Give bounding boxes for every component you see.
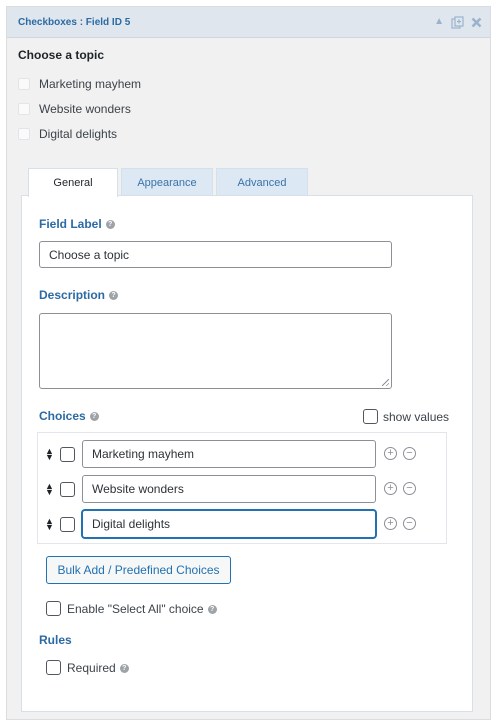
choice-row: ▲ ▼ Marketing mayhem + − — [38, 440, 448, 468]
choice-row: ▲ ▼ Digital delights + − — [38, 510, 448, 538]
field-preview[interactable]: Choose a topic Marketing mayhem Website … — [7, 38, 490, 146]
show-values-label: show values — [383, 410, 450, 424]
choice-label-input[interactable]: Marketing mayhem — [82, 440, 376, 468]
add-choice-icon[interactable]: + — [384, 447, 397, 460]
field-label-input[interactable]: Choose a topic — [39, 241, 392, 268]
preview-field-label: Choose a topic — [18, 48, 105, 62]
description-textarea[interactable] — [39, 313, 392, 389]
delete-icon[interactable] — [471, 17, 482, 28]
sort-handle-icon[interactable]: ▲ ▼ — [45, 482, 54, 497]
panel-header[interactable]: Checkboxes : Field ID 5 ▲ — [7, 7, 490, 38]
sort-handle-icon[interactable]: ▲ ▼ — [45, 447, 54, 462]
choice-default-checkbox[interactable] — [60, 482, 75, 497]
field-label-title: Field Label — [39, 217, 102, 231]
choices-heading: Choices ? — [39, 409, 99, 423]
field-settings-panel: Checkboxes : Field ID 5 ▲ Choose a topic… — [6, 6, 491, 720]
description-heading: Description ? — [39, 288, 119, 302]
tab-appearance[interactable]: Appearance — [121, 168, 213, 196]
description-title: Description — [39, 288, 106, 302]
add-choice-icon[interactable]: + — [384, 482, 397, 495]
resize-grip-icon[interactable] — [382, 379, 389, 386]
select-all-checkbox[interactable] — [46, 601, 61, 616]
required-checkbox[interactable] — [46, 660, 61, 675]
choice-default-checkbox[interactable] — [60, 517, 75, 532]
rules-heading: Rules — [39, 633, 72, 647]
preview-choice: Marketing mayhem — [18, 71, 479, 96]
preview-choice: Digital delights — [18, 121, 479, 146]
header-actions: ▲ — [434, 15, 482, 29]
preview-checkbox — [18, 127, 30, 140]
select-all-text: Enable "Select All" choice — [67, 602, 204, 616]
help-icon[interactable]: ? — [89, 411, 99, 421]
remove-choice-icon[interactable]: − — [403, 482, 416, 495]
sort-handle-icon[interactable]: ▲ ▼ — [45, 517, 54, 532]
tab-advanced[interactable]: Advanced — [216, 168, 308, 196]
choice-row: ▲ ▼ Website wonders + − — [38, 475, 448, 503]
preview-choice-label: Marketing mayhem — [39, 76, 142, 91]
help-icon[interactable]: ? — [109, 290, 119, 300]
preview-choice: Website wonders — [18, 96, 479, 121]
settings-tabs: General Appearance Advanced — [28, 168, 311, 197]
remove-choice-icon[interactable]: − — [403, 447, 416, 460]
preview-checkbox — [18, 77, 30, 90]
bulk-add-button[interactable]: Bulk Add / Predefined Choices — [46, 556, 231, 584]
choices-title: Choices — [39, 409, 86, 423]
add-choice-icon[interactable]: + — [384, 517, 397, 530]
remove-choice-icon[interactable]: − — [403, 517, 416, 530]
help-icon[interactable]: ? — [119, 663, 129, 673]
general-settings: Field Label ? Choose a topic Description… — [21, 195, 473, 712]
choice-label-input[interactable]: Website wonders — [82, 475, 376, 503]
choices-list: ▲ ▼ Marketing mayhem + − ▲ ▼ Website wonde… — [37, 432, 447, 544]
select-all-label: Enable "Select All" choice ? — [67, 602, 217, 616]
help-icon[interactable]: ? — [105, 219, 115, 229]
field-label-heading: Field Label ? — [39, 217, 115, 231]
duplicate-icon[interactable] — [451, 15, 464, 29]
required-label: Required ? — [67, 661, 129, 675]
required-text: Required — [67, 661, 116, 675]
help-icon[interactable]: ? — [207, 604, 217, 614]
collapse-up-icon[interactable]: ▲ — [434, 17, 444, 27]
tab-general[interactable]: General — [28, 168, 118, 197]
preview-choice-label: Website wonders — [39, 101, 131, 116]
choice-default-checkbox[interactable] — [60, 447, 75, 462]
preview-checkbox — [18, 102, 30, 115]
preview-choice-label: Digital delights — [39, 126, 118, 141]
choice-label-input[interactable]: Digital delights — [82, 510, 376, 538]
panel-title: Checkboxes : Field ID 5 — [18, 16, 131, 28]
show-values-checkbox[interactable] — [363, 409, 378, 424]
